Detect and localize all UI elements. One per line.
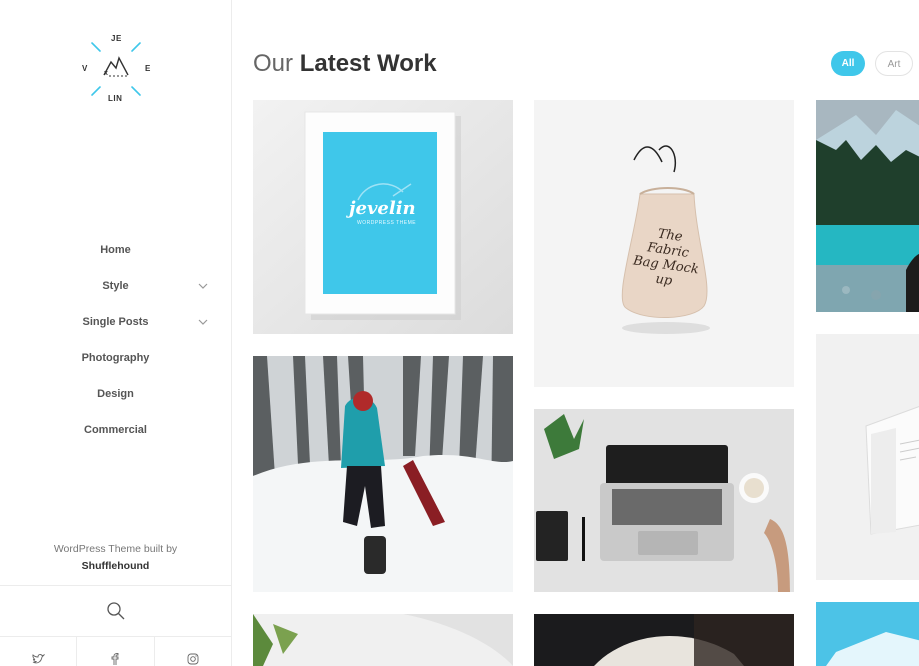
portfolio-item-frame-mockup[interactable]: jevelin WORDPRESS THEME	[253, 100, 513, 334]
bag-text: The Fabric Bag Mock up	[632, 226, 700, 289]
site-logo[interactable]: JE V E LIN x	[78, 32, 154, 106]
sidebar: JE V E LIN x Home Style Single Posts Pho…	[0, 0, 232, 666]
lake-photo-image	[816, 100, 919, 312]
theme-credit: WordPress Theme built by Shufflehound	[0, 541, 231, 575]
laptop-photo-image	[534, 409, 794, 592]
social-facebook[interactable]	[77, 637, 155, 666]
logo-letters-bottom: LIN	[108, 94, 123, 103]
nav-item-label: Commercial	[84, 424, 147, 436]
nav-item-commercial[interactable]: Commercial	[0, 418, 231, 454]
portfolio-item-lake-photo[interactable]	[816, 100, 919, 312]
filter-art-button[interactable]: Art	[875, 51, 913, 76]
social-instagram[interactable]	[155, 637, 231, 666]
nav-item-label: Single Posts	[82, 316, 149, 328]
chevron-down-icon[interactable]	[197, 316, 209, 328]
nav-item-label: Design	[97, 388, 134, 400]
frame-brand-text: jevelin	[349, 198, 416, 219]
portfolio-item-laptop-photo[interactable]	[534, 409, 794, 592]
twitter-icon[interactable]	[32, 653, 45, 665]
sidebar-search[interactable]	[0, 585, 231, 637]
social-links	[0, 637, 231, 666]
search-icon[interactable]	[106, 601, 126, 621]
portfolio-item-blue-mockup[interactable]	[816, 602, 919, 666]
credit-author-link[interactable]: Shufflehound	[0, 558, 231, 575]
credit-text: WordPress Theme built by	[53, 543, 178, 555]
nav-item-label: Photography	[81, 352, 150, 364]
nav-item-label: Style	[102, 280, 129, 292]
page-title: Our Latest Work	[253, 50, 437, 78]
nav-item-design[interactable]: Design	[0, 382, 231, 418]
portfolio-item-bag-mockup[interactable]: The Fabric Bag Mock up	[534, 100, 794, 387]
brochure-mockup-image	[816, 334, 919, 580]
instagram-icon[interactable]	[187, 653, 199, 665]
snow-photo-image	[253, 356, 513, 592]
main-navigation: Home Style Single Posts Photography Desi…	[0, 238, 231, 454]
title-bold: Latest Work	[299, 50, 437, 77]
portfolio-item-snow-photo[interactable]	[253, 356, 513, 592]
nav-item-photography[interactable]: Photography	[0, 346, 231, 382]
portfolio-item-plant-photo[interactable]	[253, 614, 513, 666]
portfolio-item-brochure-mockup[interactable]	[816, 334, 919, 580]
nav-item-label: Home	[100, 244, 131, 256]
chevron-down-icon[interactable]	[197, 280, 209, 292]
portfolio-filters: All Art	[831, 51, 913, 76]
title-light: Our	[253, 50, 294, 77]
social-twitter[interactable]	[0, 637, 78, 666]
logo-letters-right: E	[145, 64, 151, 73]
frame-tagline-text: WORDPRESS THEME	[357, 220, 417, 226]
portfolio-main: Our Latest Work All Art jevelin WORDPRES…	[232, 0, 919, 666]
nav-item-single-posts[interactable]: Single Posts	[0, 310, 231, 346]
portfolio-item-dark-photo[interactable]	[534, 614, 794, 666]
facebook-icon[interactable]	[110, 653, 120, 665]
filter-all-button[interactable]: All	[831, 51, 865, 76]
logo-x-mark: x	[104, 70, 109, 77]
plant-photo-image	[253, 614, 513, 666]
blue-mockup-image	[816, 602, 919, 666]
nav-item-home[interactable]: Home	[0, 238, 231, 274]
logo-letters-left: V	[82, 64, 88, 73]
logo-letters-top: JE	[111, 34, 122, 43]
dark-photo-image	[534, 614, 794, 666]
nav-item-style[interactable]: Style	[0, 274, 231, 310]
